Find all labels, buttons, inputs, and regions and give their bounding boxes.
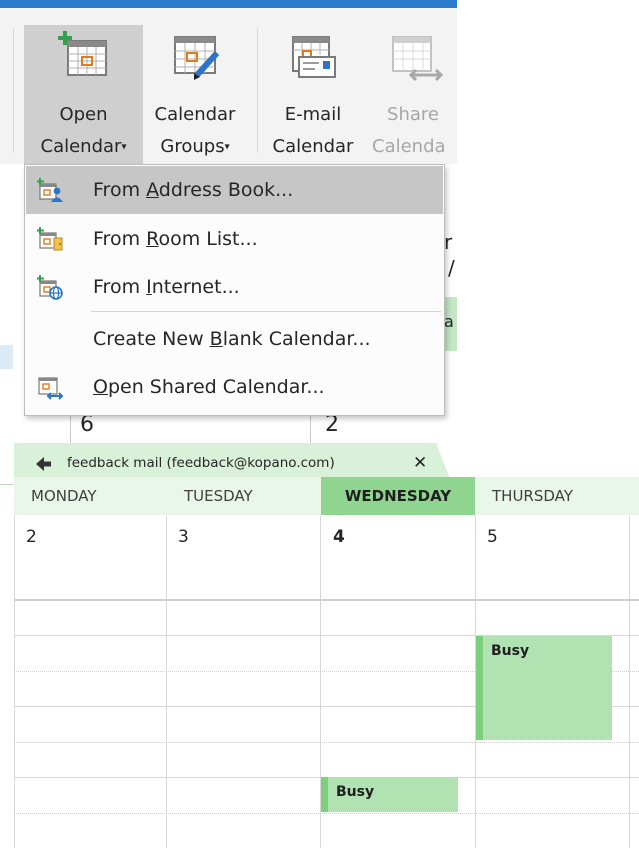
shared-calendar-icon — [38, 377, 63, 400]
appointment-status-bar — [321, 777, 328, 812]
open-calendar-menu: From Address Book... From Room List... F… — [24, 164, 445, 416]
day-header-monday: MONDAY — [31, 487, 97, 505]
background-text-fragment: a — [444, 312, 454, 331]
menu-item-open-shared-calendar[interactable]: Open Shared Calendar... — [26, 363, 443, 411]
day-header-tuesday: TUESDAY — [184, 487, 253, 505]
share-calendar-icon — [392, 36, 443, 82]
date-number-2: 2 — [26, 527, 37, 547]
address-book-icon — [37, 178, 63, 202]
calendar-groups-button[interactable]: Calendar Groups▾ — [145, 25, 245, 164]
chevron-down-icon: ▾ — [121, 141, 127, 153]
menu-item-create-new-blank-calendar[interactable]: Create New Blank Calendar... — [26, 315, 443, 363]
day-header-thursday: THURSDAY — [492, 487, 573, 505]
share-calendar-label-1: Share — [387, 104, 439, 125]
all-day-divider — [14, 599, 639, 601]
date-number-4: 4 — [333, 527, 345, 547]
appointment-busy[interactable]: Busy — [476, 636, 612, 740]
date-number-3: 3 — [178, 527, 189, 547]
open-calendar-icon — [57, 31, 107, 76]
date-number-5: 5 — [487, 527, 498, 547]
background-divider — [70, 414, 71, 443]
email-calendar-label-2: Calendar — [272, 136, 354, 157]
arrow-left-icon[interactable] — [34, 454, 54, 474]
share-calendar-label-2: Calenda — [372, 136, 446, 157]
ribbon-separator — [13, 28, 14, 153]
half-hour-line — [14, 742, 639, 743]
background-divider — [310, 414, 311, 443]
background-fragment-blue — [0, 345, 13, 369]
email-calendar-button[interactable]: E-mail Calendar — [268, 25, 358, 164]
menu-item-label: Open Shared Calendar... — [93, 376, 325, 398]
menu-item-label: From Address Book... — [93, 179, 294, 201]
chevron-down-icon: ▾ — [224, 141, 230, 153]
ribbon-accent-strip — [0, 0, 457, 8]
open-calendar-label-1: Open — [59, 104, 108, 125]
day-divider — [166, 515, 167, 848]
appointment-label: Busy — [491, 643, 530, 659]
appointment-busy[interactable]: Busy — [321, 777, 458, 812]
share-calendar-button[interactable]: Share Calenda — [368, 25, 457, 164]
day-divider — [14, 515, 15, 848]
email-calendar-icon — [292, 36, 336, 78]
day-divider — [629, 515, 630, 848]
open-calendar-button[interactable]: Open Calendar▾ — [24, 25, 143, 164]
ribbon-separator — [257, 28, 258, 153]
background-text-fragment: / — [448, 256, 455, 280]
menu-item-label: From Internet... — [93, 276, 240, 298]
calendar-groups-label-1: Calendar — [154, 104, 236, 125]
email-calendar-label-1: E-mail — [284, 104, 342, 125]
menu-item-from-room-list[interactable]: From Room List... — [26, 215, 443, 263]
calendar-groups-label-2: Groups▾ — [160, 136, 230, 157]
background-text-fragment: r — [444, 230, 453, 254]
internet-calendar-icon — [37, 275, 63, 300]
ribbon: Open Calendar▾ Calendar Groups▾ E-mail C… — [0, 0, 457, 164]
day-header-wednesday: WEDNESDAY — [321, 477, 475, 515]
menu-item-label: Create New Blank Calendar... — [93, 328, 371, 350]
calendar-groups-icon — [174, 36, 220, 80]
menu-item-from-address-book[interactable]: From Address Book... — [26, 166, 443, 214]
calendar-view: feedback mail (feedback@kopano.com) ✕ MO… — [0, 443, 639, 848]
appointment-label: Busy — [336, 784, 375, 800]
menu-item-from-internet[interactable]: From Internet... — [26, 263, 443, 311]
open-calendar-label-2: Calendar▾ — [40, 136, 127, 157]
menu-separator — [91, 311, 441, 312]
menu-item-label: From Room List... — [93, 228, 258, 250]
appointment-status-bar — [476, 636, 483, 740]
room-list-icon — [37, 227, 63, 251]
half-hour-line — [14, 813, 639, 814]
